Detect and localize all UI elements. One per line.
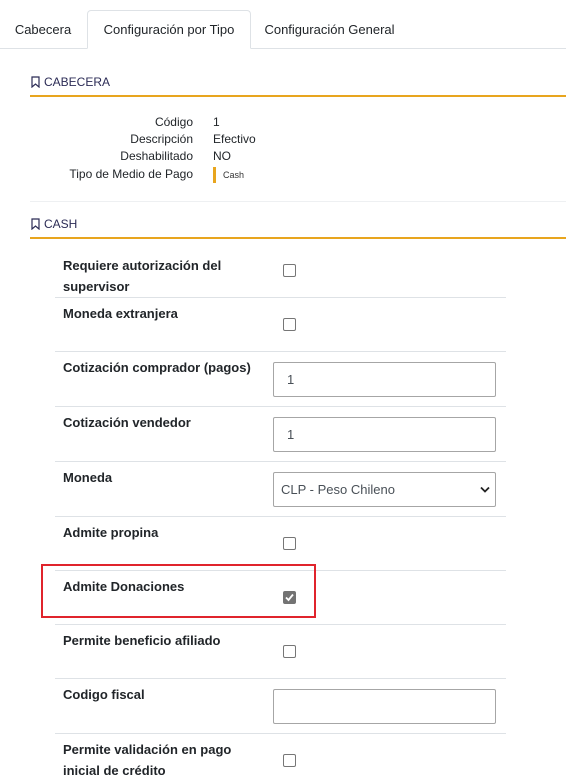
section-header-cabecera: CABECERA bbox=[30, 75, 566, 97]
row-divider bbox=[55, 733, 506, 734]
moneda-extranjera-checkbox[interactable] bbox=[283, 318, 296, 331]
tab-configuracion-general[interactable]: Configuración General bbox=[252, 10, 407, 48]
codigo-label: Código bbox=[154, 115, 193, 129]
descripcion-value: Efectivo bbox=[213, 132, 256, 146]
row-divider bbox=[55, 624, 506, 625]
permite-beneficio-afiliado-checkbox[interactable] bbox=[283, 645, 296, 658]
tab-label: Configuración General bbox=[264, 21, 395, 37]
tipo-medio-pago-label: Tipo de Medio de Pago bbox=[69, 167, 193, 181]
moneda-select[interactable]: CLP - Peso Chileno bbox=[273, 472, 496, 507]
section-header-cash: CASH bbox=[30, 217, 566, 239]
admite-propina-checkbox[interactable] bbox=[283, 537, 296, 550]
requiere-autorizacion-label: Requiere autorización del supervisor bbox=[63, 258, 222, 294]
codigo-fiscal-label: Codigo fiscal bbox=[63, 687, 145, 702]
row-divider bbox=[55, 406, 506, 407]
permite-validacion-label: Permite validación en pago inicial de cr… bbox=[63, 742, 232, 778]
codigo-fiscal-input[interactable] bbox=[273, 689, 496, 724]
chevron-down-icon bbox=[480, 486, 490, 493]
admite-propina-label: Admite propina bbox=[63, 525, 159, 540]
highlight-box bbox=[41, 564, 316, 618]
tab-label: Cabecera bbox=[14, 21, 72, 37]
cotizacion-vendedor-label: Cotización vendedor bbox=[63, 415, 191, 430]
codigo-value: 1 bbox=[213, 115, 220, 129]
tab-cabecera[interactable]: Cabecera bbox=[0, 10, 86, 48]
row-divider bbox=[55, 461, 506, 462]
permite-beneficio-afiliado-label: Permite beneficio afiliado bbox=[63, 633, 221, 648]
moneda-label: Moneda bbox=[63, 470, 113, 485]
tab-configuracion-por-tipo[interactable]: Configuración por Tipo bbox=[87, 10, 251, 49]
bookmark-icon bbox=[31, 218, 40, 230]
input-value: 1 bbox=[287, 372, 295, 387]
row-divider bbox=[55, 678, 506, 679]
select-value: CLP - Peso Chileno bbox=[281, 482, 395, 497]
input-value: 1 bbox=[287, 427, 295, 442]
requiere-autorizacion-checkbox[interactable] bbox=[283, 264, 296, 277]
tipo-medio-pago-badge: Cash bbox=[213, 167, 244, 183]
section-title: CASH bbox=[44, 217, 78, 231]
permite-validacion-checkbox[interactable] bbox=[283, 754, 296, 767]
tab-bar: Cabecera Configuración por Tipo Configur… bbox=[0, 0, 566, 49]
section-title: CABECERA bbox=[44, 75, 111, 89]
divider bbox=[30, 201, 566, 202]
cotizacion-vendedor-input[interactable]: 1 bbox=[273, 417, 496, 452]
row-divider bbox=[55, 297, 506, 298]
row-divider bbox=[55, 516, 506, 517]
row-divider bbox=[55, 351, 506, 352]
tab-label: Configuración por Tipo bbox=[103, 22, 235, 37]
deshabilitado-label: Deshabilitado bbox=[120, 149, 193, 163]
cotizacion-comprador-input[interactable]: 1 bbox=[273, 362, 496, 397]
cotizacion-comprador-label: Cotización comprador (pagos) bbox=[63, 360, 251, 375]
descripcion-label: Descripción bbox=[130, 132, 193, 146]
bookmark-icon bbox=[31, 76, 40, 88]
deshabilitado-value: NO bbox=[213, 149, 231, 163]
moneda-extranjera-label: Moneda extranjera bbox=[63, 306, 178, 321]
